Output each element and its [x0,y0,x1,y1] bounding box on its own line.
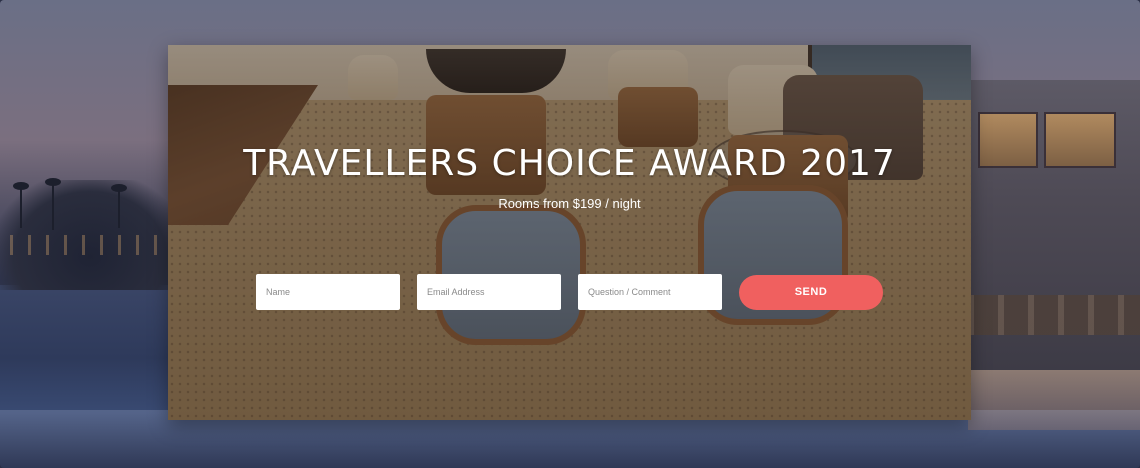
hero-title: TRAVELLERS CHOICE AWARD 2017 [243,143,896,184]
hero-subtitle: Rooms from $199 / night [498,196,641,211]
email-input[interactable] [417,274,561,310]
background-city-lights [10,235,170,255]
background-building-window [1044,112,1116,168]
background-building [968,80,1140,380]
page-frame: TRAVELLERS CHOICE AWARD 2017 Rooms from … [0,0,1140,468]
background-palm-tree [45,178,61,230]
background-palm-tree [111,184,127,228]
hero-banner: TRAVELLERS CHOICE AWARD 2017 Rooms from … [168,45,971,420]
background-building-window [978,112,1038,168]
background-deck [968,295,1140,335]
send-button[interactable]: SEND [739,274,883,310]
hero-content: TRAVELLERS CHOICE AWARD 2017 Rooms from … [168,45,971,420]
question-comment-input[interactable] [578,274,722,310]
background-palm-tree [13,182,29,228]
name-input[interactable] [256,274,400,310]
booking-form: SEND [256,274,883,310]
